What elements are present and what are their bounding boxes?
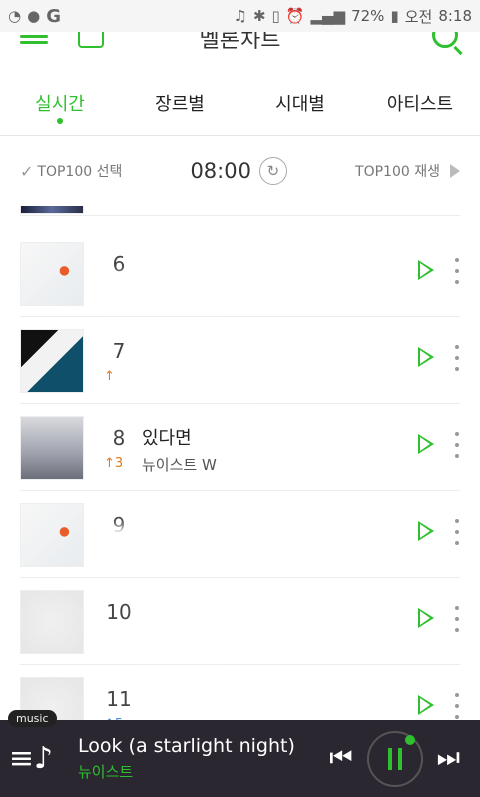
rank: 9 bbox=[112, 513, 126, 537]
rank-change: ↑3 bbox=[104, 456, 124, 471]
tab-label: 시대별 bbox=[275, 94, 325, 115]
redaction bbox=[144, 513, 234, 535]
redaction bbox=[130, 369, 250, 391]
list-item[interactable]: 10 bbox=[20, 578, 460, 665]
tab-era[interactable]: 시대별 bbox=[240, 60, 360, 135]
play-song-button[interactable] bbox=[418, 521, 434, 541]
tab-genre[interactable]: 장르별 bbox=[120, 60, 240, 135]
rank: 10 bbox=[106, 600, 132, 624]
redaction bbox=[144, 600, 344, 622]
tab-label: 실시간 bbox=[35, 94, 85, 115]
status-bar: ◔ ● G ♫ ✱ ▯ ⏰ ▂▄▆ 72% ▮ 오전 8:18 bbox=[0, 0, 480, 32]
notification-icon: ◔ bbox=[8, 7, 22, 25]
list-item[interactable]: 9 bbox=[20, 491, 460, 578]
play-label: TOP100 재생 bbox=[355, 164, 440, 180]
play-icon bbox=[450, 164, 460, 178]
play-song-button[interactable] bbox=[418, 434, 434, 454]
album-art bbox=[20, 329, 84, 393]
clock: 8:18 bbox=[438, 7, 472, 25]
select-label: TOP100 선택 bbox=[37, 164, 123, 180]
list-item[interactable]: 6 bbox=[20, 230, 460, 317]
rank: 7 bbox=[112, 339, 126, 363]
play-song-button[interactable] bbox=[418, 608, 434, 628]
redaction bbox=[144, 685, 314, 707]
album-art bbox=[20, 503, 84, 567]
playlist-icon[interactable]: ≡♪ bbox=[0, 720, 62, 797]
vibrate-icon: ▯ bbox=[271, 7, 280, 25]
app-bar: 멜론차트 bbox=[0, 32, 480, 60]
google-icon: G bbox=[46, 5, 61, 27]
list-item[interactable] bbox=[20, 206, 460, 216]
list-item[interactable]: 11 ↑5 bbox=[20, 665, 460, 720]
play-song-button[interactable] bbox=[418, 347, 434, 367]
more-options-icon[interactable] bbox=[454, 258, 460, 284]
active-indicator bbox=[57, 118, 63, 124]
headphones-icon: ♫ bbox=[233, 7, 247, 25]
more-options-icon[interactable] bbox=[454, 519, 460, 545]
previous-icon[interactable]: ⏮ bbox=[329, 743, 352, 774]
more-options-icon[interactable] bbox=[454, 693, 460, 719]
rank: 8 bbox=[112, 426, 126, 450]
play-song-button[interactable] bbox=[418, 260, 434, 280]
bluetooth-icon: ✱ bbox=[252, 7, 266, 25]
list-item[interactable]: 8 ↑3 있다면 뉴이스트 W bbox=[20, 404, 460, 491]
album-art bbox=[20, 242, 84, 306]
redaction bbox=[140, 630, 220, 652]
select-top100-button[interactable]: ✓ TOP100 선택 bbox=[20, 161, 122, 181]
battery-percent: 72% bbox=[351, 7, 385, 25]
more-options-icon[interactable] bbox=[454, 606, 460, 632]
redaction bbox=[110, 282, 220, 304]
pause-button[interactable] bbox=[366, 730, 423, 787]
alarm-icon: ⏰ bbox=[285, 7, 305, 25]
album-art bbox=[20, 416, 84, 480]
tab-label: 장르별 bbox=[155, 94, 205, 115]
pause-icon bbox=[387, 747, 402, 770]
chart-time: 08:00 bbox=[190, 159, 251, 183]
rank: 6 bbox=[112, 252, 126, 276]
list-item[interactable]: 7 ↑ bbox=[20, 317, 460, 404]
album-art bbox=[20, 206, 84, 214]
redaction bbox=[144, 337, 284, 359]
battery-icon: ▮ bbox=[390, 7, 399, 25]
song-artist: 뉴이스트 W bbox=[142, 456, 217, 474]
signal-icon: ▂▄▆ bbox=[310, 7, 346, 25]
tab-artist[interactable]: 아티스트 bbox=[360, 60, 480, 135]
song-title: 있다면 bbox=[142, 428, 192, 449]
song-list: 6 7 ↑ 8 ↑3 있다면 뉴이스트 W 9 10 11 bbox=[0, 206, 480, 720]
tab-label: 아티스트 bbox=[386, 94, 454, 115]
progress-indicator bbox=[404, 734, 415, 745]
now-playing-artist: 뉴이스트 bbox=[78, 763, 134, 781]
chart-tabs: 실시간 장르별 시대별 아티스트 bbox=[0, 60, 480, 136]
play-top100-button[interactable]: TOP100 재생 bbox=[355, 161, 460, 181]
next-icon[interactable]: ⏭ bbox=[437, 743, 460, 774]
music-tag: music bbox=[8, 710, 57, 727]
rank-change: ↑ bbox=[104, 369, 115, 384]
now-playing-title: Look (a starlight night) bbox=[78, 735, 295, 757]
play-song-button[interactable] bbox=[418, 695, 434, 715]
rank: 11 bbox=[106, 687, 132, 711]
chart-controls: ✓ TOP100 선택 08:00 ↻ TOP100 재생 bbox=[0, 136, 480, 206]
redaction bbox=[144, 250, 294, 272]
circle-icon: ● bbox=[27, 7, 41, 25]
redaction bbox=[100, 535, 250, 557]
refresh-icon[interactable]: ↻ bbox=[258, 157, 287, 185]
more-options-icon[interactable] bbox=[454, 345, 460, 371]
check-icon: ✓ bbox=[20, 161, 34, 181]
more-options-icon[interactable] bbox=[454, 432, 460, 458]
now-playing[interactable]: Look (a starlight night) 뉴이스트 bbox=[62, 735, 329, 782]
page-title: 멜론차트 bbox=[199, 32, 281, 53]
tab-realtime[interactable]: 실시간 bbox=[0, 60, 120, 135]
clock-prefix: 오전 bbox=[404, 7, 433, 26]
album-art bbox=[20, 590, 84, 654]
mini-player[interactable]: music ≡♪ Look (a starlight night) 뉴이스트 ⏮… bbox=[0, 710, 480, 797]
